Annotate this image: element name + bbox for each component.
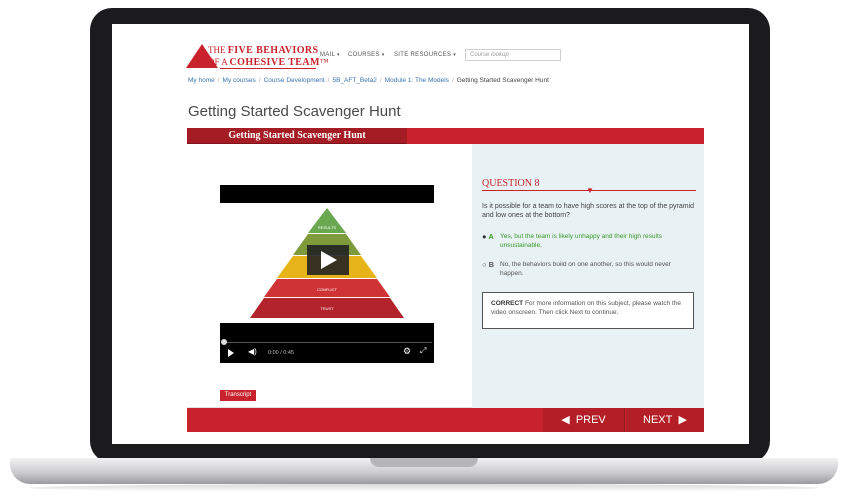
nav-item-mail[interactable]: MAIL ▾ bbox=[320, 52, 340, 58]
breadcrumb-link[interactable]: 5B_AFT_Beta2 bbox=[332, 77, 376, 84]
answer-option-b-text: No, the behaviors build on one another, … bbox=[500, 261, 671, 277]
radio-unselected-icon: ○ B bbox=[482, 260, 495, 269]
gear-icon[interactable]: ⚙ bbox=[403, 346, 411, 357]
question-panel: QUESTION 8 ▼ Is it possible for a team t… bbox=[472, 144, 704, 408]
triangle-down-icon: ▼ bbox=[586, 186, 594, 195]
banner-title: Getting Started Scavenger Hunt bbox=[228, 130, 366, 141]
transcript-button[interactable]: Transcript bbox=[220, 390, 256, 401]
laptop-screen: THE FIVE BEHAVIORS OF A COHESIVE TEAM™ M… bbox=[112, 24, 749, 444]
chevron-down-icon: ▾ bbox=[381, 52, 385, 58]
feedback-label: CORRECT bbox=[491, 300, 524, 307]
breadcrumb-current: Getting Started Scavenger Hunt bbox=[456, 77, 549, 84]
chevron-left-icon: ◀ bbox=[561, 414, 570, 426]
video-progress-bar[interactable] bbox=[222, 342, 432, 343]
top-nav: THE FIVE BEHAVIORS OF A COHESIVE TEAM™ M… bbox=[112, 24, 749, 70]
chevron-down-icon: ▾ bbox=[336, 52, 340, 58]
next-button[interactable]: NEXT ▶ bbox=[626, 408, 704, 432]
page-title: Getting Started Scavenger Hunt bbox=[188, 103, 401, 120]
video-frame[interactable]: RESULTS CONFLICT TRUST bbox=[220, 203, 434, 323]
breadcrumb-link[interactable]: My home bbox=[188, 77, 215, 84]
video-player[interactable]: RESULTS CONFLICT TRUST ◀) 0:00 / 0:45 ⚙ … bbox=[220, 185, 434, 365]
video-top-bar bbox=[220, 185, 434, 203]
volume-icon[interactable]: ◀) bbox=[248, 347, 257, 356]
lesson-footer-nav: ◀ PREV NEXT ▶ bbox=[187, 408, 704, 432]
question-title: QUESTION 8 bbox=[482, 178, 540, 189]
chevron-right-icon: ▶ bbox=[678, 414, 687, 426]
answer-option-a-text: Yes, but the team is likely unhappy and … bbox=[500, 233, 662, 249]
logo-line-1: THE FIVE BEHAVIORS bbox=[208, 45, 319, 56]
prev-button[interactable]: ◀ PREV bbox=[543, 408, 625, 432]
course-search-input[interactable]: Course lookup bbox=[465, 49, 561, 61]
lesson-content: RESULTS CONFLICT TRUST ◀) 0:00 / 0:45 ⚙ … bbox=[187, 144, 704, 408]
nav-item-site-resources[interactable]: SITE RESOURCES ▾ bbox=[394, 52, 456, 58]
pyramid-label-results: RESULTS bbox=[318, 225, 336, 230]
breadcrumb-link[interactable]: Course Development bbox=[264, 77, 325, 84]
video-time: 0:00 / 0:45 bbox=[268, 350, 294, 356]
breadcrumb-link[interactable]: My courses bbox=[223, 77, 256, 84]
radio-selected-icon: ● A bbox=[482, 232, 494, 241]
question-text: Is it possible for a team to have high s… bbox=[482, 203, 695, 219]
logo-line-2: OF A COHESIVE TEAM™ bbox=[208, 57, 329, 68]
brand-logo[interactable]: THE FIVE BEHAVIORS OF A COHESIVE TEAM™ bbox=[186, 44, 329, 69]
logo-rule bbox=[220, 68, 316, 69]
chevron-down-icon: ▾ bbox=[453, 52, 456, 58]
pyramid-label-conflict: CONFLICT bbox=[317, 287, 338, 292]
fullscreen-icon[interactable]: ⤢ bbox=[420, 346, 426, 356]
play-icon[interactable] bbox=[228, 349, 234, 357]
pyramid-label-trust: TRUST bbox=[320, 306, 334, 311]
course-banner: Getting Started Scavenger Hunt bbox=[187, 128, 704, 144]
video-controls: ◀) 0:00 / 0:45 ⚙ ⤢ bbox=[220, 323, 434, 363]
feedback-box: CORRECT For more information on this sub… bbox=[482, 292, 694, 329]
video-progress-handle[interactable] bbox=[221, 339, 227, 345]
laptop-notch bbox=[370, 458, 478, 467]
laptop-shadow bbox=[30, 484, 818, 492]
breadcrumb-link[interactable]: Module 1: The Models bbox=[385, 77, 449, 84]
pyramid-diagram: RESULTS CONFLICT TRUST bbox=[250, 208, 404, 318]
nav-item-courses[interactable]: COURSES ▾ bbox=[348, 52, 385, 58]
breadcrumb: My home / My courses / Course Development/5B… bbox=[188, 77, 549, 84]
